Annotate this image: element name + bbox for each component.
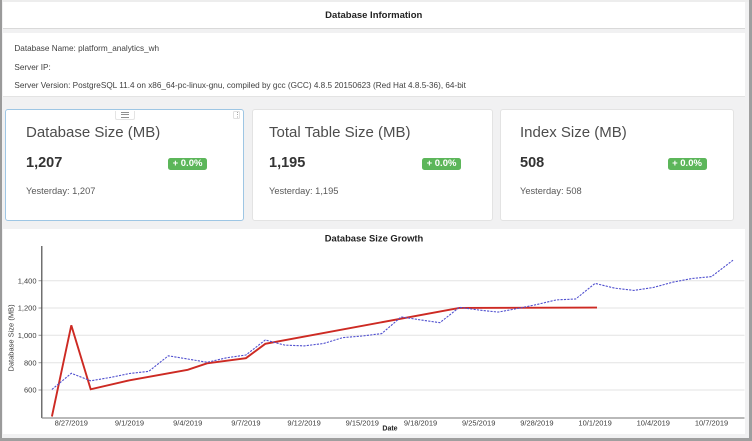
svg-text:9/1/2019: 9/1/2019 bbox=[115, 419, 144, 428]
svg-text:9/7/2019: 9/7/2019 bbox=[231, 419, 260, 428]
svg-text:10/4/2019: 10/4/2019 bbox=[637, 419, 670, 428]
svg-text:1,200: 1,200 bbox=[18, 304, 37, 313]
svg-text:10/7/2019: 10/7/2019 bbox=[695, 419, 728, 428]
svg-text:600: 600 bbox=[24, 386, 37, 395]
svg-text:9/4/2019: 9/4/2019 bbox=[173, 419, 202, 428]
svg-text:9/28/2019: 9/28/2019 bbox=[520, 419, 553, 428]
svg-text:1,000: 1,000 bbox=[18, 331, 37, 340]
svg-text:9/12/2019: 9/12/2019 bbox=[287, 419, 320, 428]
svg-text:1,400: 1,400 bbox=[18, 276, 37, 285]
svg-text:9/15/2019: 9/15/2019 bbox=[346, 419, 379, 428]
svg-text:Date: Date bbox=[382, 426, 397, 433]
svg-text:9/25/2019: 9/25/2019 bbox=[462, 419, 495, 428]
svg-text:9/18/2019: 9/18/2019 bbox=[404, 419, 437, 428]
svg-text:8/27/2019: 8/27/2019 bbox=[55, 419, 88, 428]
svg-text:Database Size Growth: Database Size Growth bbox=[325, 232, 424, 243]
svg-text:10/1/2019: 10/1/2019 bbox=[578, 419, 611, 428]
svg-text:800: 800 bbox=[24, 358, 37, 367]
svg-text:Database Size (MB): Database Size (MB) bbox=[7, 304, 16, 372]
